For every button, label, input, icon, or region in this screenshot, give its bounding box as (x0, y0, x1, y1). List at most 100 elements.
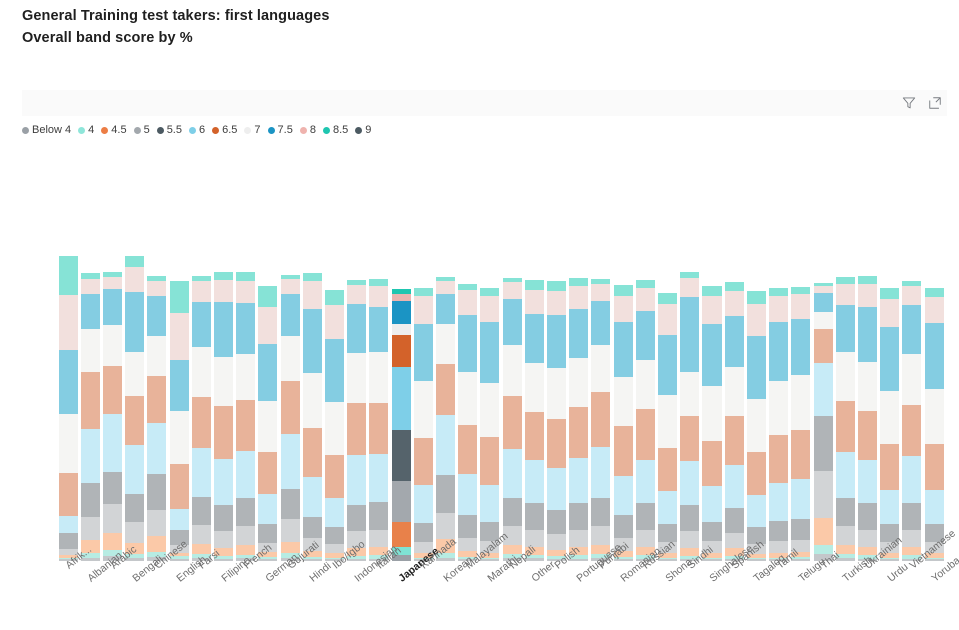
bar-segment[interactable] (458, 515, 478, 538)
bar-segment[interactable] (191, 525, 211, 544)
bar-segment[interactable] (857, 275, 877, 285)
bar-segment[interactable] (347, 455, 367, 505)
bar-column[interactable] (80, 183, 100, 561)
bar-segment[interactable] (458, 371, 478, 425)
bar-segment[interactable] (547, 509, 567, 535)
bar-segment[interactable] (413, 381, 433, 438)
bar-column[interactable] (746, 183, 766, 561)
bar-segment[interactable] (214, 302, 234, 358)
filter-funnel-icon[interactable] (897, 92, 921, 114)
bar-segment[interactable] (236, 399, 256, 451)
bar-column[interactable] (902, 183, 922, 561)
bar-segment[interactable] (835, 497, 855, 527)
bar-segment[interactable] (214, 406, 234, 460)
bar-segment[interactable] (458, 283, 478, 291)
bar-segment[interactable] (680, 372, 700, 416)
bar-segment[interactable] (746, 495, 766, 528)
bar-segment[interactable] (702, 286, 722, 296)
bar-column[interactable] (813, 183, 833, 561)
bar-segment[interactable] (835, 526, 855, 546)
bar-segment[interactable] (302, 428, 322, 478)
legend-item-4-5[interactable]: 4.5 (101, 124, 127, 136)
bar-segment[interactable] (214, 357, 234, 407)
bar-segment[interactable] (214, 504, 234, 532)
bar-segment[interactable] (547, 419, 567, 469)
bar-column[interactable] (236, 183, 256, 561)
bar-segment[interactable] (369, 286, 389, 307)
bar-segment[interactable] (236, 280, 256, 304)
bar-segment[interactable] (702, 486, 722, 523)
bar-segment[interactable] (547, 534, 567, 550)
bar-segment[interactable] (169, 509, 189, 530)
bar-segment[interactable] (458, 314, 478, 372)
legend-item-6-5[interactable]: 6.5 (212, 124, 237, 136)
bar-segment[interactable] (702, 386, 722, 442)
bar-segment[interactable] (547, 290, 567, 316)
bar-segment[interactable] (547, 468, 567, 510)
bar-segment[interactable] (103, 276, 123, 289)
bar-segment[interactable] (103, 532, 123, 550)
bar-column[interactable] (458, 183, 478, 561)
bar-segment[interactable] (791, 430, 811, 480)
bar-segment[interactable] (103, 504, 123, 533)
bar-segment[interactable] (58, 256, 78, 295)
bar-segment[interactable] (680, 531, 700, 549)
bar-segment[interactable] (458, 290, 478, 315)
bar-segment[interactable] (391, 323, 411, 336)
bar-segment[interactable] (791, 479, 811, 519)
bar-segment[interactable] (436, 293, 456, 324)
bar-segment[interactable] (791, 518, 811, 540)
bar-segment[interactable] (325, 339, 345, 402)
bar-segment[interactable] (924, 389, 944, 445)
bar-segment[interactable] (635, 279, 655, 289)
bar-segment[interactable] (813, 285, 833, 294)
bar-segment[interactable] (302, 309, 322, 374)
bar-segment[interactable] (480, 484, 500, 523)
bar-segment[interactable] (58, 294, 78, 350)
bar-segment[interactable] (502, 282, 522, 300)
bar-segment[interactable] (635, 288, 655, 311)
bar-segment[interactable] (791, 287, 811, 295)
bar-segment[interactable] (391, 294, 411, 302)
bar-column[interactable] (325, 183, 345, 561)
bar-segment[interactable] (835, 452, 855, 498)
bar-segment[interactable] (702, 441, 722, 487)
bar-segment[interactable] (835, 352, 855, 402)
legend-item-8-5[interactable]: 8.5 (322, 124, 348, 136)
bar-segment[interactable] (236, 450, 256, 498)
bar-segment[interactable] (258, 523, 278, 543)
legend-item-7[interactable]: 7 (244, 124, 261, 136)
bar-segment[interactable] (147, 375, 167, 424)
bar-segment[interactable] (480, 322, 500, 383)
bar-segment[interactable] (769, 482, 789, 521)
bar-segment[interactable] (658, 292, 678, 305)
bar-segment[interactable] (502, 497, 522, 527)
bar-segment[interactable] (80, 294, 100, 329)
bar-segment[interactable] (591, 344, 611, 392)
bar-segment[interactable] (769, 380, 789, 436)
bar-segment[interactable] (480, 437, 500, 485)
bar-segment[interactable] (347, 304, 367, 354)
bar-segment[interactable] (613, 475, 633, 516)
bar-segment[interactable] (924, 489, 944, 524)
bar-segment[interactable] (880, 298, 900, 327)
bar-segment[interactable] (436, 280, 456, 294)
bar-column[interactable] (724, 183, 744, 561)
bar-segment[interactable] (635, 310, 655, 360)
bar-segment[interactable] (325, 526, 345, 544)
bar-segment[interactable] (746, 336, 766, 399)
bar-segment[interactable] (857, 460, 877, 504)
bar-segment[interactable] (280, 434, 300, 490)
legend-item-below-4[interactable]: Below 4 (22, 124, 71, 136)
bar-segment[interactable] (502, 395, 522, 449)
legend-item-7-5[interactable]: 7.5 (267, 124, 293, 136)
bar-segment[interactable] (369, 352, 389, 404)
bar-segment[interactable] (880, 489, 900, 524)
bar-segment[interactable] (391, 335, 411, 368)
bar-segment[interactable] (724, 291, 744, 316)
bar-segment[interactable] (125, 352, 145, 396)
bar-segment[interactable] (746, 398, 766, 452)
bar-segment[interactable] (702, 295, 722, 324)
bar-segment[interactable] (103, 324, 123, 367)
bar-segment[interactable] (80, 279, 100, 295)
